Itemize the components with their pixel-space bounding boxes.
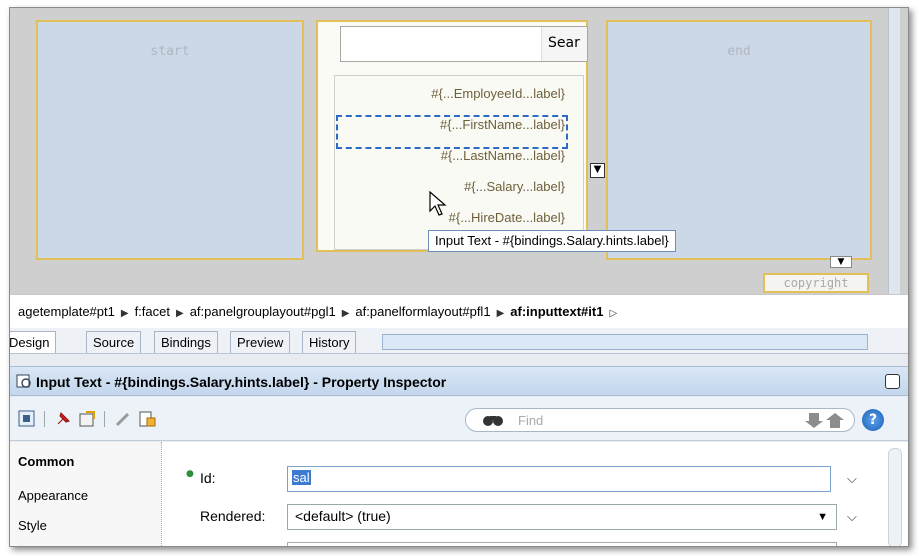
property-vertical-scrollbar[interactable]: [888, 448, 902, 546]
end-facet-label: end: [727, 44, 751, 59]
panel-form-layout[interactable]: #{...EmployeeId...label} #{...FirstName.…: [334, 75, 584, 250]
breadcrumb-separator-icon: ▶: [496, 308, 505, 319]
rendered-select[interactable]: <default> (true) ▼: [287, 504, 837, 530]
id-label: Id:: [200, 470, 216, 486]
tab-design[interactable]: Design: [10, 331, 57, 353]
design-canvas[interactable]: start Sear #{...EmployeeId...label} #{..…: [10, 8, 908, 294]
rendered-options-chevron-icon[interactable]: ⌵: [847, 510, 857, 525]
tab-preview[interactable]: Preview: [230, 331, 291, 353]
start-facet-pane[interactable]: start: [36, 20, 304, 260]
property-inspector-header: Input Text - #{bindings.Salary.hints.lab…: [10, 366, 908, 396]
screenshot-frame: start Sear #{...EmployeeId...label} #{..…: [9, 7, 909, 547]
find-placeholder: Find: [518, 413, 544, 428]
breadcrumb-separator-icon: ▶: [120, 308, 129, 319]
canvas-vertical-scrollbar[interactable]: [888, 8, 900, 294]
breadcrumb-item[interactable]: af:panelgrouplayout#pgl1: [190, 304, 336, 319]
breadcrumb-item[interactable]: agetemplate#pt1: [18, 304, 115, 319]
category-style[interactable]: Style: [18, 518, 47, 533]
search-button[interactable]: Sear: [541, 27, 587, 61]
tab-bindings[interactable]: Bindings: [154, 331, 218, 353]
tab-source[interactable]: Source: [86, 331, 142, 353]
minimize-icon[interactable]: [885, 374, 900, 389]
breadcrumb-separator-icon: ▶: [175, 308, 184, 319]
find-navigation-arrows-icon[interactable]: [804, 412, 846, 429]
breadcrumb: agetemplate#pt1 ▶ f:facet ▶ af:panelgrouplay…: [10, 294, 908, 328]
find-field[interactable]: Find: [465, 408, 855, 432]
category-list: Common Appearance Style: [10, 442, 162, 546]
component-tooltip: Input Text - #{bindings.Salary.hints.lab…: [428, 230, 676, 252]
property-inspector-icon: [16, 374, 31, 388]
bind-to-component-icon[interactable]: [18, 410, 36, 428]
properties-sheet-icon[interactable]: [138, 410, 156, 428]
id-options-chevron-icon[interactable]: ⌵: [847, 472, 857, 487]
select-caret-icon: ▼: [817, 511, 828, 523]
toolbar-separator: [104, 411, 105, 427]
component-menu-icon[interactable]: ▼: [590, 163, 605, 178]
category-appearance[interactable]: Appearance: [18, 488, 88, 503]
required-indicator-icon: ●: [186, 469, 194, 479]
breadcrumb-item[interactable]: f:facet: [135, 304, 170, 319]
property-inspector-toolbar: Find ?: [10, 397, 908, 441]
binoculars-icon: [483, 416, 503, 426]
category-common[interactable]: Common: [18, 454, 74, 469]
salary-label[interactable]: #{...Salary...label}: [464, 179, 565, 194]
hire-date-label[interactable]: #{...HireDate...label}: [449, 210, 565, 225]
id-value: sal: [292, 470, 311, 485]
toolbar-separator: [44, 411, 45, 427]
search-component[interactable]: Sear: [340, 26, 588, 62]
edit-component-icon[interactable]: [78, 410, 96, 428]
employee-id-label[interactable]: #{...EmployeeId...label}: [431, 86, 565, 101]
breadcrumb-separator-icon: ▶: [341, 308, 350, 319]
selected-salary-field[interactable]: [336, 115, 568, 149]
center-facet-pane[interactable]: Sear #{...EmployeeId...label} #{...First…: [316, 20, 588, 252]
breadcrumb-more-icon[interactable]: ▷: [609, 308, 617, 319]
start-facet-label: start: [150, 44, 190, 59]
breadcrumb-item[interactable]: af:panelformlayout#pfl1: [355, 304, 490, 319]
mouse-cursor-icon: [429, 191, 447, 216]
last-name-label[interactable]: #{...LastName...label}: [441, 148, 565, 163]
editor-tabs: Design Source Bindings Preview History: [10, 328, 908, 354]
id-field[interactable]: sal: [287, 466, 831, 492]
breadcrumb-item-current[interactable]: af:inputtext#it1: [510, 304, 603, 319]
scroll-down-arrow-icon[interactable]: ▼: [830, 256, 852, 268]
pencil-icon[interactable]: [114, 410, 132, 428]
pin-icon[interactable]: [54, 410, 72, 428]
next-property-field[interactable]: [287, 542, 837, 546]
rendered-label: Rendered:: [200, 508, 266, 524]
tab-history[interactable]: History: [302, 331, 357, 353]
property-panel: Common Appearance Style ● Id: sal ⌵ Rend…: [10, 442, 908, 546]
rendered-value: <default> (true): [295, 508, 391, 524]
property-inspector-title: Input Text - #{bindings.Salary.hints.lab…: [36, 374, 447, 390]
copyright-facet[interactable]: copyright: [763, 273, 869, 293]
help-icon[interactable]: ?: [862, 409, 884, 431]
editor-horizontal-scrollbar[interactable]: [382, 334, 868, 350]
end-facet-pane[interactable]: end: [606, 20, 872, 260]
